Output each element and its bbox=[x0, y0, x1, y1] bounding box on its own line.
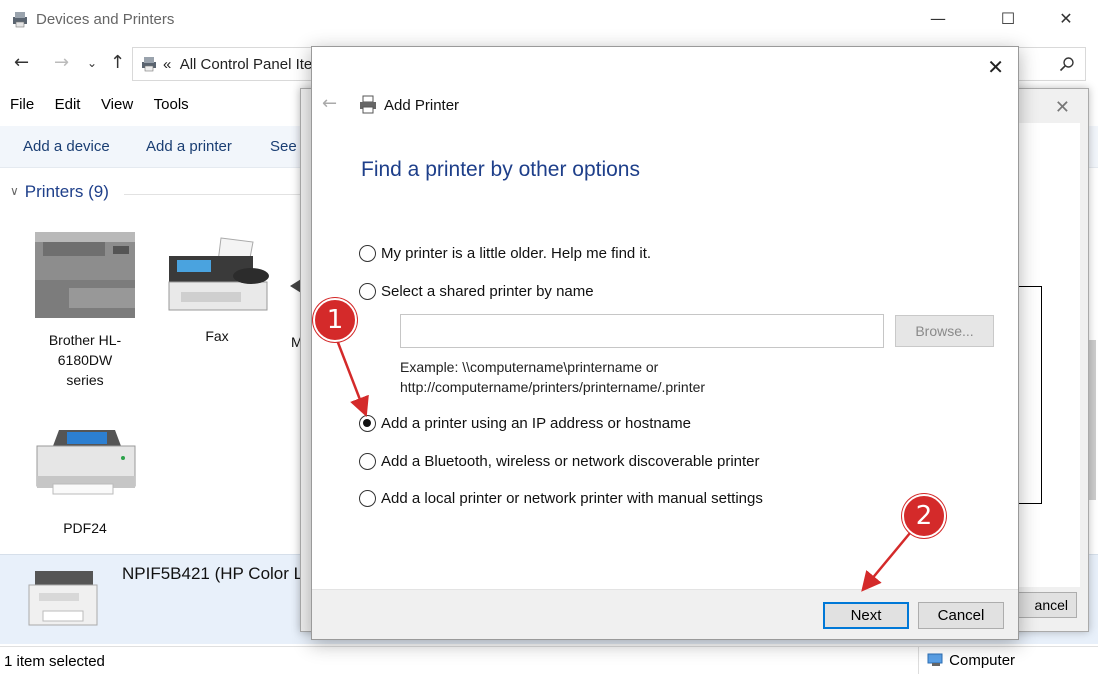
device-name: Fax bbox=[205, 328, 229, 344]
step-2-badge: 2 bbox=[902, 494, 946, 538]
computer-icon bbox=[927, 653, 943, 666]
fax-icon bbox=[168, 237, 269, 311]
up-arrow-icon[interactable]: ↑ bbox=[110, 52, 125, 73]
browse-button[interactable]: Browse... bbox=[895, 315, 994, 347]
collapse-chevron-icon[interactable]: ∨ bbox=[10, 184, 19, 198]
add-printer-dialog: ✕ ← Add Printer Find a printer by other … bbox=[311, 46, 1019, 640]
location-status: Computer bbox=[918, 647, 1015, 674]
dialog-back-arrow-icon[interactable]: ← bbox=[322, 93, 337, 114]
recent-locations-chevron-icon[interactable]: ⌄ bbox=[87, 56, 97, 70]
group-label: Printers (9) bbox=[24, 182, 109, 201]
option-bluetooth-wireless[interactable]: Add a Bluetooth, wireless or network dis… bbox=[359, 452, 760, 471]
location-label: Computer bbox=[949, 652, 1016, 669]
group-divider bbox=[124, 194, 304, 195]
scrollbar-thumb[interactable] bbox=[1088, 340, 1096, 500]
device-pdf24[interactable]: PDF24 bbox=[25, 426, 145, 538]
background-cancel-button[interactable]: ancel bbox=[1011, 592, 1077, 618]
option-label: Add a local printer or network printer w… bbox=[381, 490, 763, 507]
radio-button[interactable] bbox=[359, 282, 376, 300]
device-brother-printer[interactable]: Brother HL-6180DW series bbox=[25, 228, 145, 390]
device-name: Brother HL-6180DW series bbox=[48, 332, 122, 388]
menu-bar: File Edit View Tools bbox=[0, 96, 195, 122]
devices-printers-icon bbox=[13, 12, 27, 28]
dialog-close-icon[interactable]: ✕ bbox=[987, 55, 1004, 79]
next-button[interactable]: Next bbox=[823, 602, 909, 629]
radio-button[interactable] bbox=[359, 452, 376, 470]
breadcrumb: « All Control Panel Ite bbox=[163, 56, 312, 73]
option-label: Add a printer using an IP address or hos… bbox=[381, 415, 691, 432]
example-text: Example: \\computername\printername or h… bbox=[400, 357, 705, 397]
example-line: http://computername/printers/printername… bbox=[400, 379, 706, 395]
option-local-manual[interactable]: Add a local printer or network printer w… bbox=[359, 489, 763, 508]
dialog-footer: Next Cancel bbox=[312, 589, 1018, 639]
option-label: Add a Bluetooth, wireless or network dis… bbox=[381, 453, 760, 470]
maximize-button[interactable]: ☐ bbox=[988, 5, 1028, 33]
pdf-printer-icon bbox=[36, 430, 136, 495]
window-titlebar: Devices and Printers — ☐ ✕ bbox=[0, 0, 1098, 40]
dialog-title: Add Printer bbox=[384, 97, 460, 114]
dialog-heading: Find a printer by other options bbox=[361, 158, 640, 181]
menu-view[interactable]: View bbox=[101, 96, 133, 113]
device-name: PDF24 bbox=[63, 520, 107, 536]
menu-file[interactable]: File bbox=[10, 96, 34, 113]
forward-arrow-icon[interactable]: → bbox=[54, 52, 69, 73]
selection-status: 1 item selected bbox=[4, 653, 105, 670]
cancel-button[interactable]: Cancel bbox=[918, 602, 1004, 629]
search-icon[interactable] bbox=[1059, 56, 1075, 72]
printers-group-header[interactable]: ∨ Printers (9) bbox=[10, 182, 109, 202]
option-ip-address[interactable]: Add a printer using an IP address or hos… bbox=[359, 414, 691, 433]
printer-icon bbox=[360, 95, 376, 114]
device-fax[interactable]: Fax bbox=[157, 232, 277, 346]
laser-printer-icon bbox=[35, 232, 135, 318]
close-window-button[interactable]: ✕ bbox=[1046, 5, 1086, 33]
shared-printer-name-input[interactable] bbox=[400, 314, 884, 348]
background-dialog-close-icon[interactable]: ✕ bbox=[1055, 97, 1070, 118]
radio-button-selected[interactable] bbox=[359, 414, 376, 432]
add-device-button[interactable]: Add a device bbox=[23, 138, 110, 155]
window-title: Devices and Printers bbox=[36, 11, 175, 28]
minimize-button[interactable]: — bbox=[918, 5, 958, 33]
selected-device-name: NPIF5B421 (HP Color La bbox=[122, 564, 313, 583]
radio-button[interactable] bbox=[359, 489, 376, 507]
control-panel-icon bbox=[142, 57, 156, 72]
radio-button[interactable] bbox=[359, 244, 376, 262]
option-label: Select a shared printer by name bbox=[381, 283, 594, 300]
option-shared-printer[interactable]: Select a shared printer by name bbox=[359, 282, 594, 301]
menu-edit[interactable]: Edit bbox=[55, 96, 81, 113]
background-dialog-frame bbox=[1018, 286, 1042, 504]
screen: Devices and Printers — ☐ ✕ ← → ⌄ ↑ « All… bbox=[0, 0, 1098, 674]
breadcrumb-path[interactable]: All Control Panel Ite bbox=[180, 56, 313, 73]
step-1-badge: 1 bbox=[313, 298, 357, 342]
example-line: Example: \\computername\printername or bbox=[400, 359, 659, 375]
status-bar: 1 item selected Computer bbox=[0, 646, 1098, 674]
back-arrow-icon[interactable]: ← bbox=[14, 52, 29, 73]
menu-tools[interactable]: Tools bbox=[154, 96, 189, 113]
multifunction-printer-icon bbox=[28, 571, 98, 626]
breadcrumb-overflow[interactable]: « bbox=[163, 56, 171, 73]
option-label: My printer is a little older. Help me fi… bbox=[381, 245, 652, 262]
option-older-printer[interactable]: My printer is a little older. Help me fi… bbox=[359, 244, 652, 263]
add-printer-button[interactable]: Add a printer bbox=[146, 138, 232, 155]
